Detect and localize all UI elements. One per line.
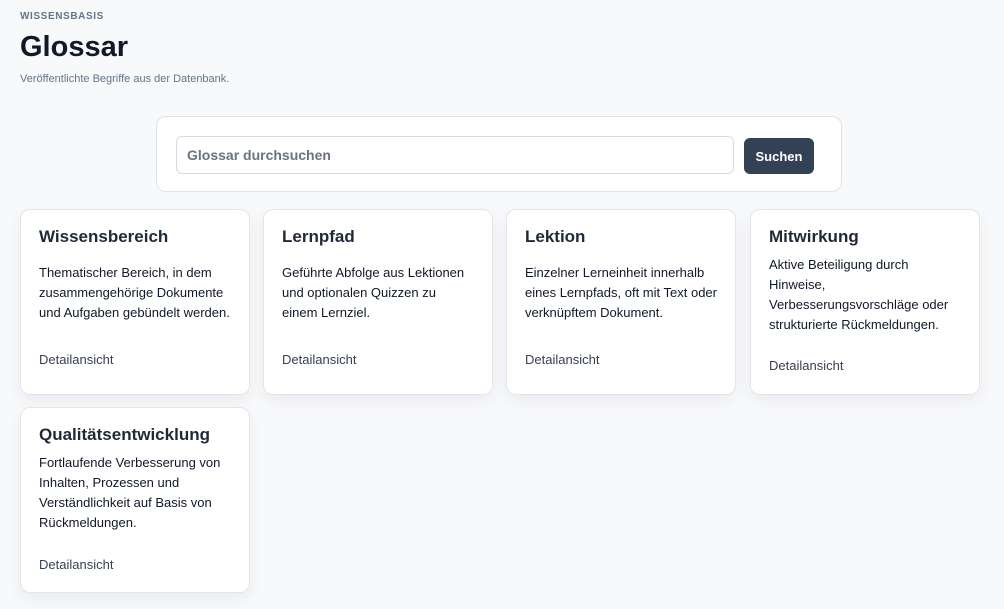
glossary-card-lektion: Lektion Einzelner Lerneinheit innerhalb … [506,209,736,395]
detail-link[interactable]: Detailansicht [39,557,113,572]
card-title: Wissensbereich [39,227,169,246]
detail-link[interactable]: Detailansicht [39,352,113,367]
search-panel: Suchen [156,116,842,192]
card-title: Lektion [525,227,586,246]
glossary-card-qualitaetsentwicklung: Qualitätsentwicklung Fortlaufende Verbes… [20,407,250,593]
glossary-card-lernpfad: Lernpfad Geführte Abfolge aus Lektionen … [263,209,493,395]
card-title: Lernpfad [282,227,355,246]
card-title: Mitwirkung [769,227,859,246]
page-subtitle: Veröffentlichte Begriffe aus der Datenba… [20,73,230,85]
search-button[interactable]: Suchen [744,138,814,174]
detail-link[interactable]: Detailansicht [282,352,356,367]
card-description: Einzelner Lerneinheit innerhalb eines Le… [525,265,717,320]
card-title: Qualitätsentwicklung [39,425,210,444]
card-description: Thematischer Bereich, in dem zusammengeh… [39,265,230,320]
page-title: Glossar [20,31,128,63]
card-description: Fortlaufende Verbesserung von Inhalten, … [39,455,221,530]
search-input[interactable] [176,136,734,174]
card-description: Aktive Beteiligung durch Hinweise, Verbe… [769,257,949,332]
detail-link[interactable]: Detailansicht [769,358,843,373]
glossary-card-wissensbereich: Wissensbereich Thematischer Bereich, in … [20,209,250,395]
glossary-card-mitwirkung: Mitwirkung Aktive Beteiligung durch Hinw… [750,209,980,395]
eyebrow-label: WISSENSBASIS [20,11,104,22]
detail-link[interactable]: Detailansicht [525,352,599,367]
card-description: Geführte Abfolge aus Lektionen und optio… [282,265,465,320]
